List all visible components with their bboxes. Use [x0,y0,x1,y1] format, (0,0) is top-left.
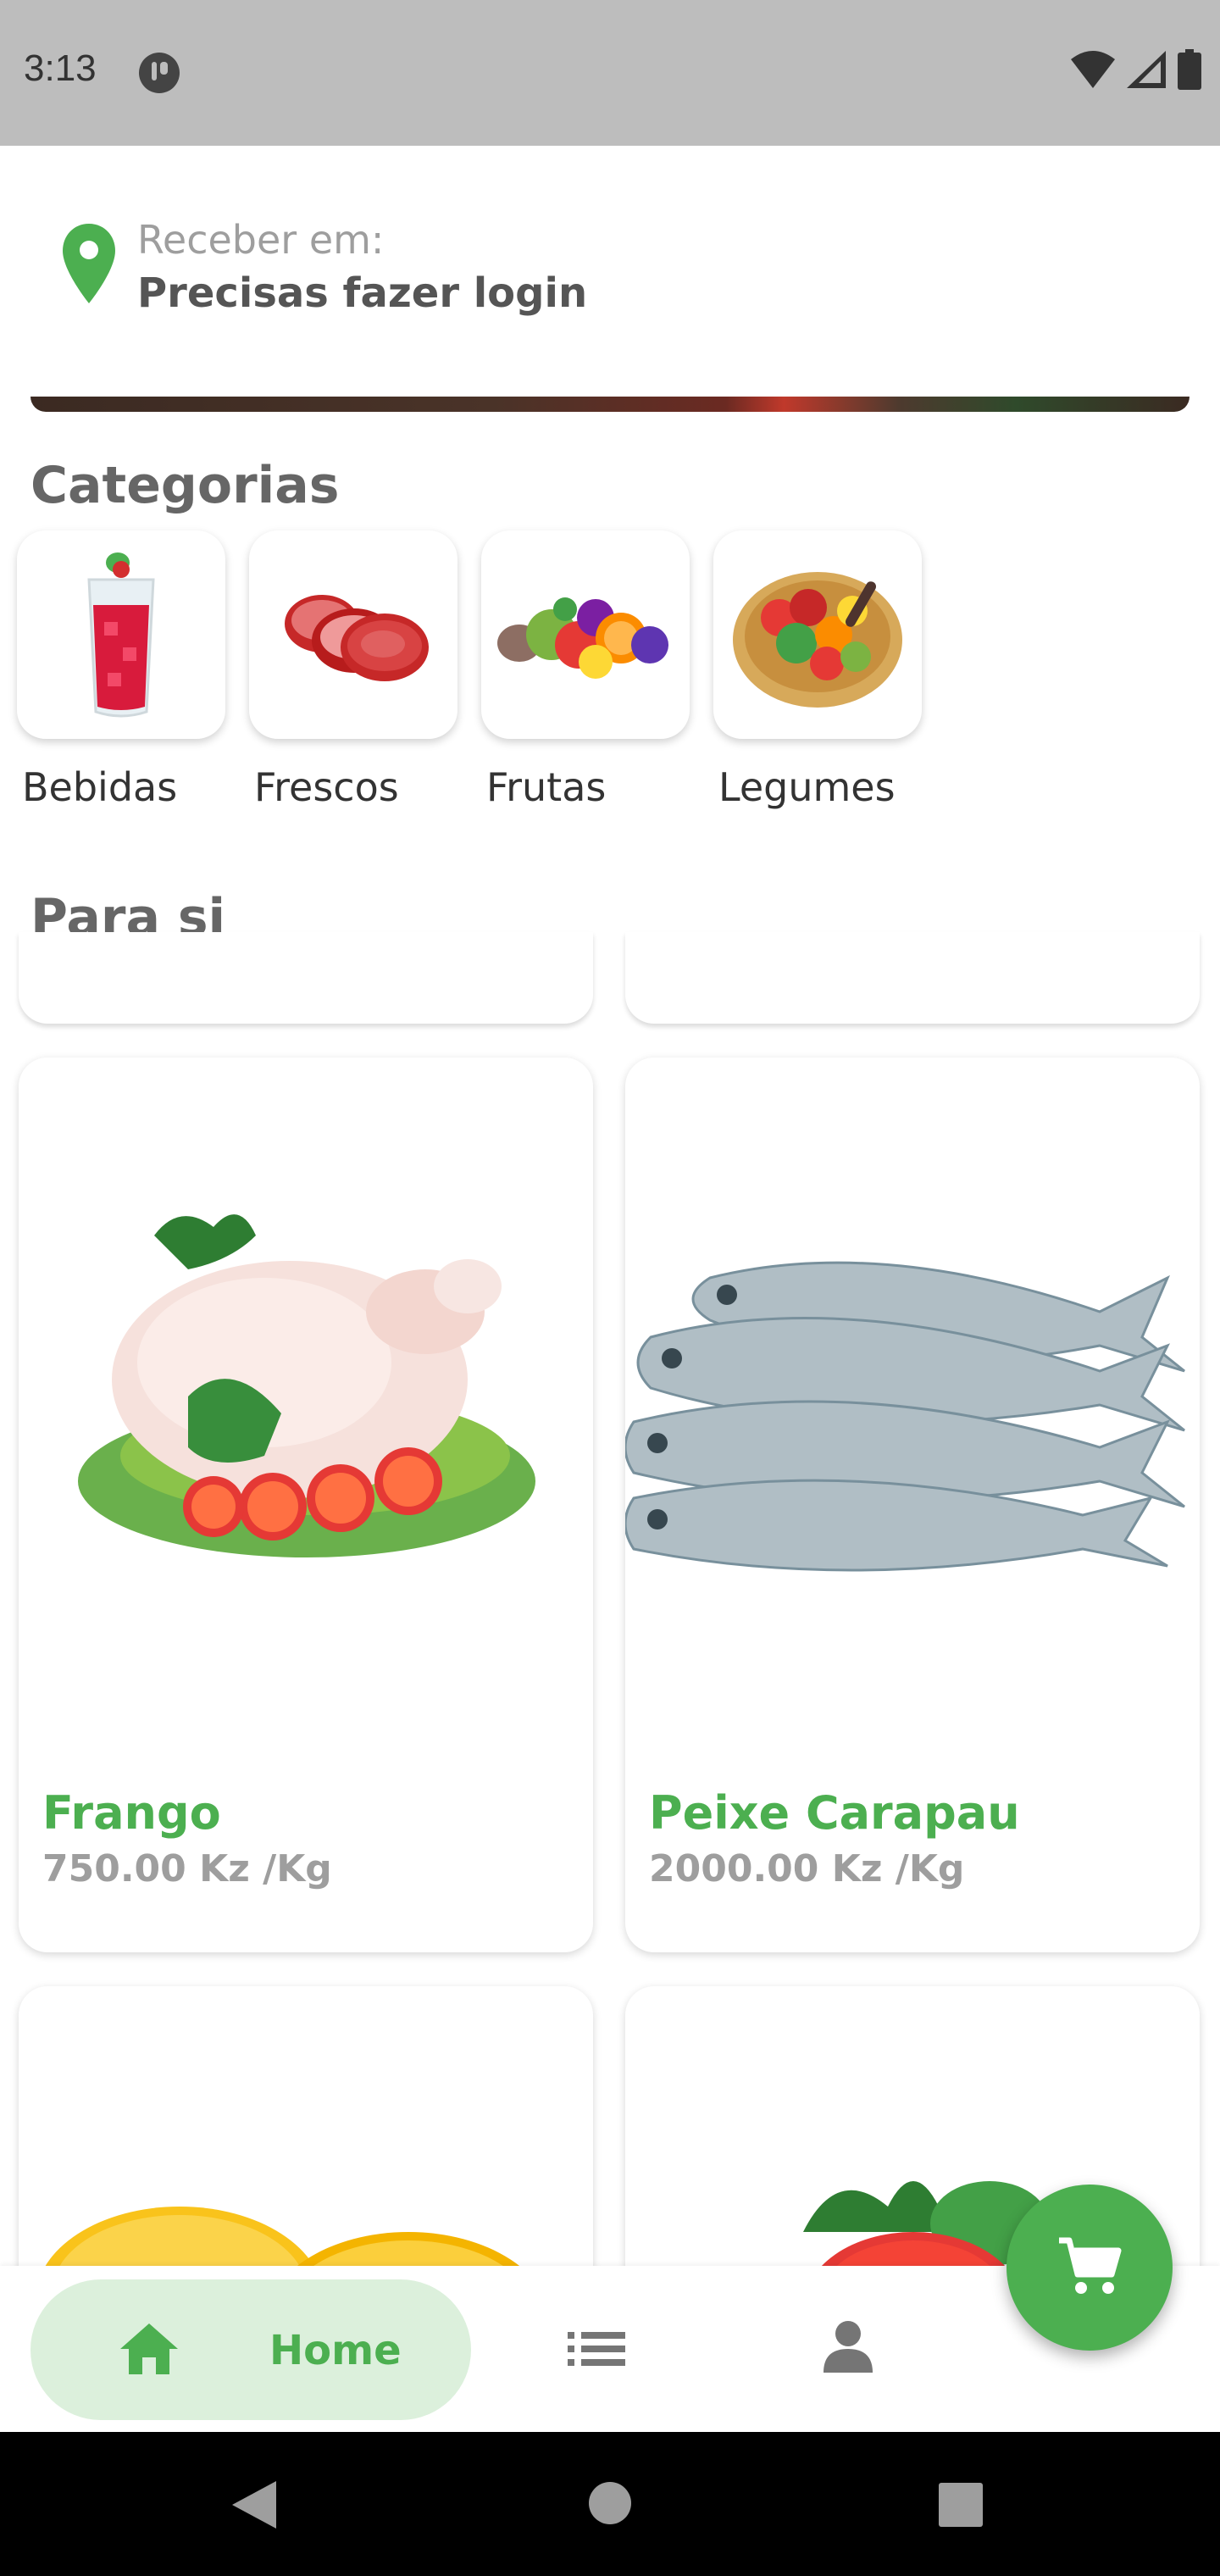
product-price: 750.00 Kz /Kg [42,1847,332,1890]
product-name: Frango [42,1786,221,1840]
shopping-cart-icon [1059,2237,1122,2294]
category-card[interactable] [481,530,690,739]
product-card-peixe-carapau[interactable]: Peixe Carapau 2000.00 Kz /Kg [625,1058,1200,1952]
categories-title: Categorias [30,456,340,515]
category-frutas[interactable]: Frutas [481,530,690,810]
product-card-frango[interactable]: Frango 750.00 Kz /Kg [19,1058,593,1952]
location-label: Receber em: [137,217,385,263]
recents-icon[interactable] [939,2483,983,2527]
product-card-partial[interactable] [625,932,1200,1024]
location-value[interactable]: Precisas fazer login [137,269,587,317]
product-price: 2000.00 Kz /Kg [649,1847,965,1890]
product-name: Peixe Carapau [649,1786,1020,1840]
battery-icon [1178,49,1201,90]
status-time: 3:13 [24,47,97,89]
category-card[interactable] [249,530,458,739]
category-label: Frescos [254,764,399,810]
category-frescos[interactable]: Frescos [249,530,458,810]
cellular-signal-icon [1127,51,1166,88]
category-label: Frutas [486,764,607,810]
category-card[interactable] [17,530,225,739]
category-bebidas[interactable]: Bebidas [17,530,225,810]
vegetables-basket-image [733,572,902,708]
map-pin-icon [63,224,115,303]
profile-icon[interactable] [822,2320,874,2373]
category-card[interactable] [713,530,922,739]
app-notification-icon [139,53,180,93]
category-label: Legumes [718,764,896,810]
nav-item-home[interactable]: Home [30,2279,471,2420]
chicken-image [78,1214,535,1557]
status-bar: 3:13 [0,0,1220,146]
product-card-partial[interactable] [19,932,593,1024]
wifi-icon [1071,51,1115,88]
raw-meat-image [285,595,429,681]
cart-fab-button[interactable] [1006,2185,1173,2351]
list-icon[interactable] [568,2330,625,2368]
fruits-image [497,597,668,679]
category-label: Bebidas [22,764,178,810]
nav-home-label: Home [269,2327,402,2374]
home-icon [120,2323,178,2374]
home-circle-icon[interactable] [588,2481,632,2525]
mackerel-fish-image [625,1261,1185,1572]
system-navigation-bar [0,2432,1220,2576]
back-icon[interactable] [230,2479,278,2530]
drink-glass-image [87,552,155,718]
category-legumes[interactable]: Legumes [713,530,922,810]
promo-banner[interactable] [30,397,1190,412]
